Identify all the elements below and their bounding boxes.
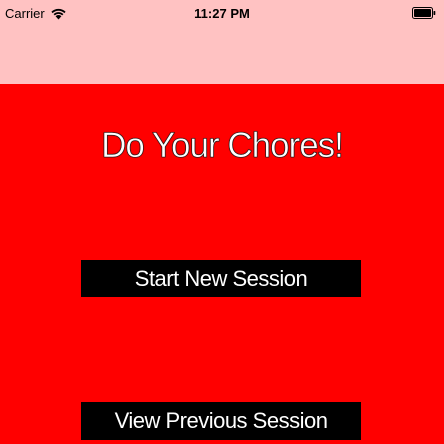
- view-previous-session-button[interactable]: View Previous Session: [81, 402, 361, 440]
- app-screen: Carrier 11:27 PM Do Your Chores! Start N…: [0, 0, 444, 444]
- status-time: 11:27 PM: [194, 6, 250, 21]
- page-title: Do Your Chores!: [101, 126, 344, 166]
- battery-full-icon: [412, 7, 436, 19]
- status-bar: Carrier 11:27 PM: [0, 0, 444, 28]
- start-new-session-button[interactable]: Start New Session: [81, 260, 361, 297]
